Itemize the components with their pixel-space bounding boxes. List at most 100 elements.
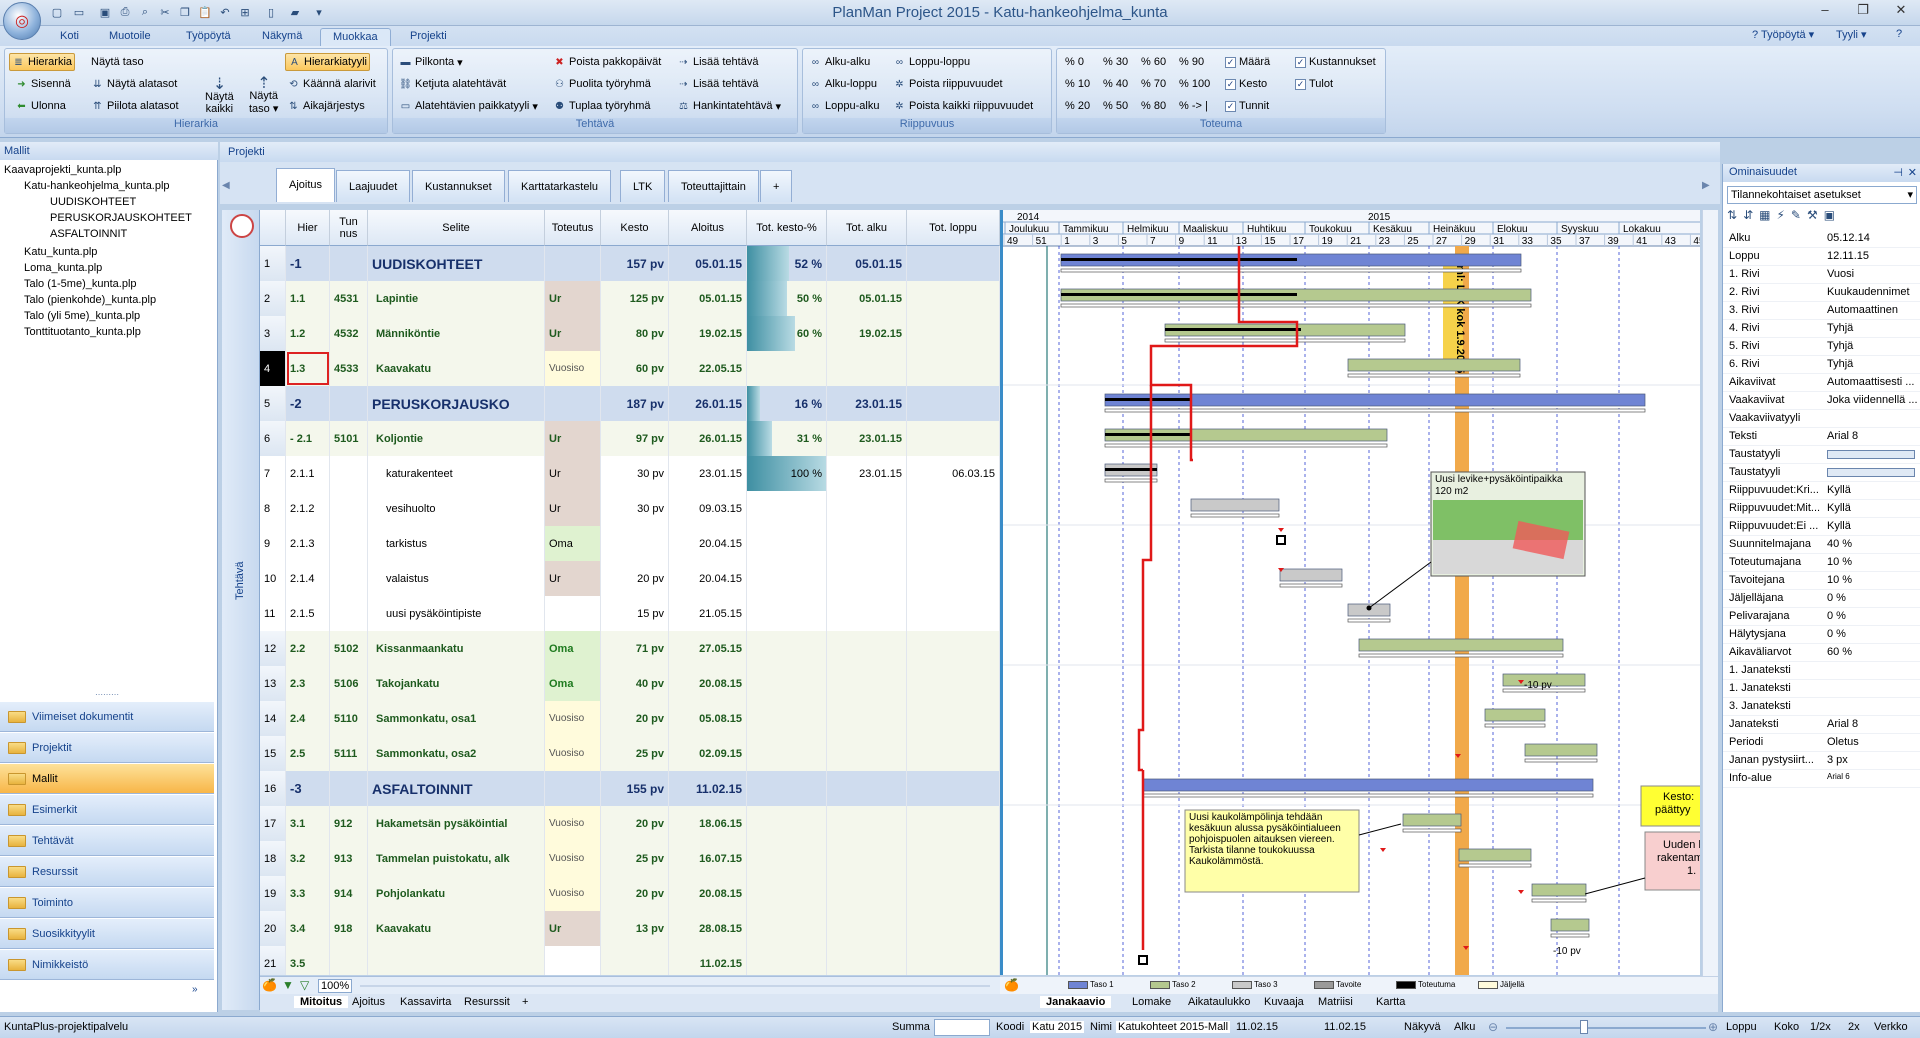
table-cell-selite[interactable] xyxy=(368,946,545,975)
table-cell-tot_loppu[interactable] xyxy=(907,561,1000,596)
table-cell-pct[interactable] xyxy=(747,876,827,911)
property-row[interactable]: 1. Rivi Vuosi xyxy=(1723,266,1920,284)
table-row[interactable]: 12 2.2 5102 Kissanmaankatu Oma 71 pv 27.05.15 xyxy=(260,631,1000,666)
table-cell-tot_loppu[interactable] xyxy=(907,666,1000,701)
table-cell-toteutus[interactable] xyxy=(545,386,601,421)
table-tab-2[interactable]: Kassavirta xyxy=(400,996,451,1008)
table-cell-toteutus[interactable] xyxy=(545,771,601,806)
zoom-out-icon[interactable]: ⊖ xyxy=(1488,1020,1498,1034)
column-header[interactable]: Tot. kesto-% xyxy=(747,210,827,246)
paste-icon[interactable]: 📋 xyxy=(196,4,214,21)
table-cell-hier[interactable]: -2 xyxy=(286,386,330,421)
column-header[interactable]: Tot. loppu xyxy=(907,210,1000,246)
table-cell-hier[interactable]: 1.3 xyxy=(286,351,330,386)
table-cell-aloitus[interactable]: 19.02.15 xyxy=(669,316,747,351)
table-cell-tunnus[interactable] xyxy=(330,456,368,491)
table-row[interactable]: 10 2.1.4 valaistus Ur 20 pv 20.04.15 xyxy=(260,561,1000,596)
property-row[interactable]: Tavoitejana 10 % xyxy=(1723,572,1920,590)
table-cell-toteutus[interactable]: Vuosiso xyxy=(545,841,601,876)
table-cell-n[interactable]: 11 xyxy=(260,596,286,631)
table-cell-aloitus[interactable]: 11.02.15 xyxy=(669,771,747,806)
property-row[interactable]: 3. Janateksti xyxy=(1723,698,1920,716)
table-cell-kesto[interactable]: 15 pv xyxy=(601,596,669,631)
table-cell-kesto[interactable]: 187 pv xyxy=(601,386,669,421)
gantt-tab-3[interactable]: Kuvaaja xyxy=(1264,996,1304,1008)
table-cell-n[interactable]: 12 xyxy=(260,631,286,666)
table-row[interactable]: 8 2.1.2 vesihuolto Ur 30 pv 09.03.15 xyxy=(260,491,1000,526)
puolita-tyoryhma-button[interactable]: ⚇ Puolita työryhmä xyxy=(551,75,653,93)
table-cell-selite[interactable]: Hakametsän pysäköintial xyxy=(368,806,545,841)
table-cell-aloitus[interactable]: 27.05.15 xyxy=(669,631,747,666)
table-cell-tot_alku[interactable] xyxy=(827,561,907,596)
property-row[interactable]: Riippuvuudet:Mit... Kyllä xyxy=(1723,500,1920,518)
property-row[interactable]: 3. Rivi Automaattinen xyxy=(1723,302,1920,320)
zoom-in-icon[interactable]: ⊕ xyxy=(1708,1020,1718,1034)
status-loppu[interactable]: Loppu xyxy=(1726,1021,1757,1033)
property-row[interactable]: Jäljelläjana 0 % xyxy=(1723,590,1920,608)
table-row[interactable]: 7 2.1.1 katurakenteet Ur 30 pv 23.01.15 100 % 2… xyxy=(260,456,1000,491)
table-row[interactable]: 11 2.1.5 uusi pysäköintipiste 15 pv 21.05.15 xyxy=(260,596,1000,631)
table-cell-hier[interactable]: 2.3 xyxy=(286,666,330,701)
table-cell-tot_loppu[interactable] xyxy=(907,631,1000,666)
table-cell-kesto[interactable]: 20 pv xyxy=(601,876,669,911)
table-cell-tunnus[interactable]: 912 xyxy=(330,806,368,841)
column-header[interactable]: Selite xyxy=(368,210,545,246)
table-cell-toteutus[interactable]: Oma xyxy=(545,666,601,701)
table-cell-tunnus[interactable] xyxy=(330,386,368,421)
table-cell-selite[interactable]: Kaavakatu xyxy=(368,351,545,386)
table-tab-1[interactable]: Ajoitus xyxy=(352,996,385,1008)
poista-riippuvuudet-button[interactable]: ✲ Poista riippuvuudet xyxy=(891,75,1005,93)
table-cell-tot_loppu[interactable] xyxy=(907,596,1000,631)
table-cell-hier[interactable]: -1 xyxy=(286,246,330,281)
table-cell-tot_loppu[interactable]: 06.03.15 xyxy=(907,456,1000,491)
table-cell-n[interactable]: 3 xyxy=(260,316,286,351)
table-cell-pct[interactable] xyxy=(747,491,827,526)
table-cell-tot_alku[interactable] xyxy=(827,841,907,876)
table-cell-kesto[interactable]: 71 pv xyxy=(601,631,669,666)
table-cell-tot_loppu[interactable] xyxy=(907,876,1000,911)
table-cell-aloitus[interactable]: 20.04.15 xyxy=(669,526,747,561)
table-row[interactable]: 14 2.4 5110 Sammonkatu, osa1 Vuosiso 20 pv 05.… xyxy=(260,701,1000,736)
table-cell-kesto[interactable]: 20 pv xyxy=(601,806,669,841)
table-cell-tunnus[interactable]: 913 xyxy=(330,841,368,876)
table-cell-hier[interactable]: 2.2 xyxy=(286,631,330,666)
table-cell-pct[interactable] xyxy=(747,911,827,946)
property-row[interactable]: 2. Rivi Kuukaudennimet xyxy=(1723,284,1920,302)
table-tab-0[interactable]: Mitoitus xyxy=(294,996,349,1008)
table-cell-pct[interactable] xyxy=(747,841,827,876)
table-cell-kesto[interactable]: 155 pv xyxy=(601,771,669,806)
lightning-icon[interactable]: ⚡ xyxy=(1776,208,1790,222)
ketjuta-button[interactable]: ⛓ Ketjuta alatehtävät xyxy=(397,75,508,93)
gantt-vertical-scrollbar[interactable] xyxy=(1702,210,1718,990)
sisenna-button[interactable]: ➜ Sisennä xyxy=(13,75,73,93)
property-row[interactable]: Periodi Oletus xyxy=(1723,734,1920,752)
table-cell-pct[interactable] xyxy=(747,351,827,386)
table-cell-selite[interactable]: Sammonkatu, osa1 xyxy=(368,701,545,736)
toteuma-check-1[interactable]: ✓ Kustannukset xyxy=(1293,53,1378,71)
table-cell-selite[interactable]: Kaavakatu xyxy=(368,911,545,946)
table-cell-n[interactable]: 5 xyxy=(260,386,286,421)
pilkonta-button[interactable]: ▬ Pilkonta ▾ xyxy=(397,53,465,71)
table-cell-selite[interactable]: UUDISKOHTEET xyxy=(368,246,545,281)
table-row[interactable]: 15 2.5 5111 Sammonkatu, osa2 Vuosiso 25 pv 02.… xyxy=(260,736,1000,771)
table-cell-toteutus[interactable]: Vuosiso xyxy=(545,736,601,771)
hierarkia-button[interactable]: ≣ Hierarkia xyxy=(9,53,76,71)
pin-icon[interactable]: ⊣ xyxy=(1893,166,1903,179)
table-cell-hier[interactable]: 1.2 xyxy=(286,316,330,351)
tabs-scroll-left-icon[interactable]: ◀ xyxy=(222,180,230,191)
undo-icon[interactable]: ↶ xyxy=(216,4,234,21)
table-cell-n[interactable]: 4 xyxy=(260,351,286,386)
clock-icon[interactable] xyxy=(230,214,254,238)
view-tab-1[interactable]: Laajuudet xyxy=(336,170,411,202)
table-cell-hier[interactable]: 2.5 xyxy=(286,736,330,771)
tree-item[interactable]: ASFALTOINNIT xyxy=(48,228,127,240)
tab-tyopoyta[interactable]: Työpöytä xyxy=(174,28,243,46)
table-row[interactable]: 3 1.2 4532 Männiköntie Ur 80 pv 19.02.15 60 % 19… xyxy=(260,316,1000,351)
table-cell-n[interactable]: 2 xyxy=(260,281,286,316)
property-row[interactable]: Janan pystysiirt... 3 px xyxy=(1723,752,1920,770)
property-row[interactable]: Teksti Arial 8 xyxy=(1723,428,1920,446)
table-cell-pct[interactable] xyxy=(747,701,827,736)
table-cell-pct[interactable]: 16 % xyxy=(747,386,827,421)
table-cell-n[interactable]: 17 xyxy=(260,806,286,841)
tabs-scroll-right-icon[interactable]: ▶ xyxy=(1702,180,1710,191)
